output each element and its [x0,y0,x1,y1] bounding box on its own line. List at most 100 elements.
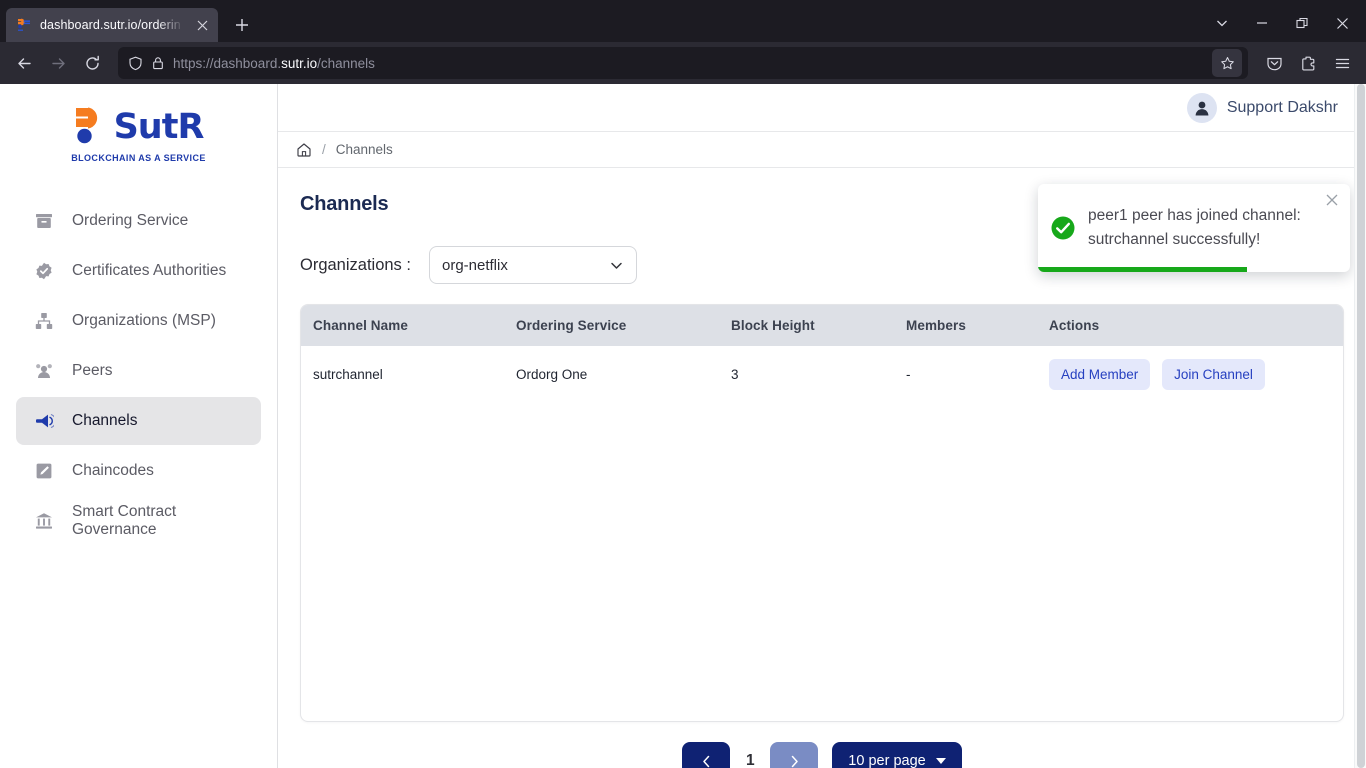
sidebar-item-smart-contract-governance[interactable]: Smart Contract Governance [16,497,261,545]
table-header-row: Channel Name Ordering Service Block Heig… [301,305,1343,346]
address-bar[interactable]: https://dashboard.sutr.io/channels [118,47,1248,79]
top-bar: Support Dakshr [278,84,1366,132]
chevron-down-icon [609,258,624,273]
current-page-number: 1 [745,752,755,768]
toast-notification: peer1 peer has joined channel: sutrchann… [1038,184,1350,272]
sidebar-item-label: Peers [72,362,113,379]
shield-icon[interactable] [128,56,143,71]
column-header-channel-name: Channel Name [313,318,408,333]
lock-icon[interactable] [151,56,165,70]
user-avatar-icon [1186,92,1217,123]
sidebar-item-channels[interactable]: Channels [16,397,261,445]
next-page-button[interactable] [770,742,819,768]
browser-window: dashboard.sutr.io/orderin https://dashbo… [0,0,1366,768]
per-page-dropdown[interactable]: 10 per page [832,742,962,768]
table-body: sutrchannel Ordorg One 3 - Add Member Jo… [301,346,1343,403]
organizations-select-value: org-netflix [441,256,508,274]
sidebar-item-organizations-msp[interactable]: Organizations (MSP) [16,297,261,345]
page-viewport: SutR BLOCKCHAIN AS A SERVICE Ordering Se… [0,84,1366,768]
pencil-square-icon [34,462,54,480]
success-check-icon [1050,215,1076,241]
browser-tab[interactable]: dashboard.sutr.io/orderin [6,8,218,42]
bookmark-star-icon[interactable] [1212,49,1242,77]
breadcrumb-separator: / [322,142,326,157]
certificate-badge-icon [34,262,54,280]
page-title: Channels [300,192,389,215]
tab-title: dashboard.sutr.io/orderin [40,18,181,32]
sidebar-item-label: Organizations (MSP) [72,312,216,329]
app-logo[interactable]: SutR BLOCKCHAIN AS A SERVICE [0,106,277,163]
home-icon[interactable] [296,142,312,158]
sutr-favicon-icon [16,17,32,33]
close-window-button[interactable] [1322,8,1362,38]
sutr-logo-icon [74,106,112,148]
per-page-label: 10 per page [848,753,926,768]
toast-close-icon[interactable] [1326,194,1338,209]
restore-button[interactable] [1282,8,1322,38]
sidebar-item-certificates-authorities[interactable]: Certificates Authorities [16,247,261,295]
column-header-ordering-service: Ordering Service [516,318,627,333]
url-text[interactable]: https://dashboard.sutr.io/channels [173,56,1204,71]
sidebar-item-label: Ordering Service [72,212,189,229]
menu-icon[interactable] [1326,47,1358,79]
scrollbar-thumb[interactable] [1357,84,1365,768]
window-controls [1202,8,1362,42]
sidebar-item-label: Chaincodes [72,462,154,479]
table-row: sutrchannel Ordorg One 3 - Add Member Jo… [301,346,1343,403]
chevron-left-icon [700,755,713,768]
chevron-right-icon [788,755,801,768]
user-menu[interactable]: Support Dakshr [1186,92,1338,123]
caret-down-icon [935,758,946,764]
table-head: Channel Name Ordering Service Block Heig… [301,305,1343,346]
channels-table: Channel Name Ordering Service Block Heig… [301,305,1343,403]
join-channel-button[interactable]: Join Channel [1162,359,1265,390]
column-header-members: Members [906,318,966,333]
cell-channel-name: sutrchannel [313,367,383,382]
tab-close-icon[interactable] [192,15,212,35]
toast-message: peer1 peer has joined channel: sutrchann… [1088,206,1301,248]
tab-list-button[interactable] [1202,8,1242,38]
sidebar-nav: Ordering Service Certificates Authoritie… [0,197,277,545]
pocket-icon[interactable] [1258,47,1290,79]
logo-tagline: BLOCKCHAIN AS A SERVICE [71,153,206,163]
logo-wordmark: SutR [113,106,205,147]
breadcrumb-current: Channels [335,142,393,157]
organizations-select[interactable]: org-netflix [428,246,637,284]
sidebar-item-label: Channels [72,412,138,429]
column-header-block-height: Block Height [731,318,815,333]
cell-actions: Add Member Join Channel [1039,346,1343,403]
tab-strip: dashboard.sutr.io/orderin [0,0,1366,42]
peers-icon [34,362,54,380]
page-scrollbar[interactable] [1354,84,1366,768]
forward-button[interactable] [42,47,74,79]
sitemap-icon [34,312,54,330]
minimize-button[interactable] [1242,8,1282,38]
pagination: 1 10 per page [300,722,1344,768]
browser-toolbar: https://dashboard.sutr.io/channels [0,42,1366,84]
cell-block-height: 3 [731,367,739,382]
cell-ordering-service: Ordorg One [516,367,588,382]
megaphone-icon [34,412,54,431]
previous-page-button[interactable] [682,742,731,768]
organizations-filter-label: Organizations : [300,255,411,274]
sidebar-item-label: Certificates Authorities [72,262,227,279]
page-body: Channels Create Channel Organizations : … [278,168,1366,768]
sidebar-item-chaincodes[interactable]: Chaincodes [16,447,261,495]
extensions-icon[interactable] [1292,47,1324,79]
add-member-button[interactable]: Add Member [1049,359,1151,390]
new-tab-button[interactable] [226,9,258,41]
cell-members: - [906,367,911,382]
bank-icon [34,512,54,530]
sidebar-item-label: Smart Contract Governance [72,503,177,538]
toast-progress-bar [1038,267,1248,272]
reload-button[interactable] [76,47,108,79]
user-name: Support Dakshr [1226,98,1338,116]
archive-box-icon [34,212,54,230]
sidebar-item-peers[interactable]: Peers [16,347,261,395]
column-header-actions: Actions [1049,318,1100,333]
channels-table-card: Channel Name Ordering Service Block Heig… [300,304,1344,722]
main-content: Support Dakshr / Channels Channels Organ… [278,84,1366,768]
back-button[interactable] [8,47,40,79]
sidebar-item-ordering-service[interactable]: Ordering Service [16,197,261,245]
sidebar: SutR BLOCKCHAIN AS A SERVICE Ordering Se… [0,84,278,768]
